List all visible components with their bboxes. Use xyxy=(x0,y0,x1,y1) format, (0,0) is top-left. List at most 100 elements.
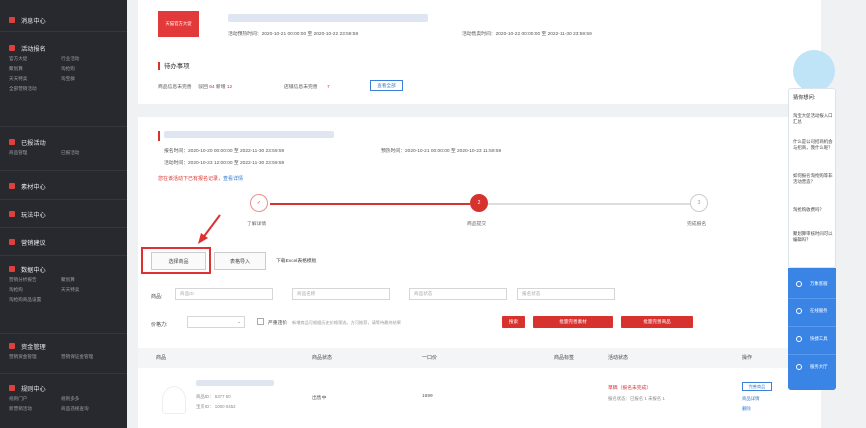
chart-icon xyxy=(9,266,15,272)
col-operation: 操作 xyxy=(742,355,753,361)
sidebar-item[interactable]: 商品违规查询 xyxy=(61,404,113,414)
strict-check-desc: 新增商品可根据历史价格筛选，方可推荐，请等待最终结果 xyxy=(292,320,401,325)
sidebar-item[interactable]: 淘宝群 xyxy=(61,74,113,84)
sidebar-item[interactable]: 商品管理 xyxy=(9,148,61,158)
tool-online-service[interactable]: 在线服务 xyxy=(788,298,836,322)
activity-sale-time: 活动售卖时间：2020-10-22 00:00:00 至 2022-11-30 … xyxy=(462,32,592,37)
batch-goods-button[interactable]: 批量完善商品 xyxy=(621,316,693,328)
elephant-mascot-icon[interactable] xyxy=(793,50,835,92)
complete-goods-button[interactable]: 完善商品 xyxy=(742,382,772,391)
activity-status: 草稿（报名未完成） xyxy=(608,386,652,391)
step-1-circle: ✓ xyxy=(250,194,268,212)
sidebar-item[interactable]: 营销分析报告 xyxy=(9,275,61,285)
goods-id: 商品ID： 6377 50 xyxy=(196,394,231,399)
sidebar-group-funds: 资金管理 营销资金管理 营销保证金管理 xyxy=(0,340,127,362)
assistant-panel: 猜你想问: 淘宝大促活动报入口汇总 什么是公司招商机会与招商，我什么呢？ 如何报… xyxy=(788,50,836,390)
view-all-button[interactable]: 查看全部 xyxy=(370,80,403,91)
gamepad-icon xyxy=(9,211,15,217)
step-3-circle: 3 xyxy=(690,194,708,212)
sidebar-item[interactable]: 官方大促 xyxy=(9,54,61,64)
activity-banner-image[interactable]: 天猫官方大促 xyxy=(158,11,199,37)
sidebar-item[interactable]: 淘抢购 xyxy=(61,64,113,74)
col-goods-status: 商品状态 xyxy=(312,355,333,361)
sidebar-group-material[interactable]: 素材中心 xyxy=(0,180,127,192)
tool-quick-tools[interactable]: 快捷工具 xyxy=(788,326,836,350)
wrench-icon xyxy=(796,335,802,342)
todo-reject-count: 64 xyxy=(209,85,215,90)
strict-check-checkbox[interactable] xyxy=(257,318,264,325)
assistant-question[interactable]: 淘宝大促活动报入口汇总 xyxy=(793,113,833,125)
sidebar-item[interactable]: 聚划算 xyxy=(61,275,113,285)
batch-material-button[interactable]: 批量完善素材 xyxy=(533,316,613,328)
notice-detail-link[interactable]: 查看详情 xyxy=(223,176,243,182)
assistant-question[interactable]: 如何报名淘抢购等非活动营造？ xyxy=(793,173,833,185)
tool-service-hall[interactable]: 服务大厅 xyxy=(788,354,836,378)
sign-status-select[interactable]: 报名状态 xyxy=(517,288,615,300)
wallet-icon xyxy=(9,343,15,349)
chat-icon xyxy=(796,307,802,314)
sidebar-item[interactable]: 行业活动 xyxy=(61,54,113,64)
sidebar: …… 消息中心 活动报名 官方大促 行业活动 聚划算 淘抢购 天天特卖 淘宝群 … xyxy=(0,0,127,428)
sidebar-item[interactable]: 规则门户 xyxy=(9,394,61,404)
goods-thumbnail[interactable] xyxy=(162,386,186,414)
todo-new-count: 12 xyxy=(226,85,233,90)
sidebar-item[interactable]: 天天特卖 xyxy=(61,285,113,295)
registration-time: 报名时间：2020-10-20 00:00:00 至 2022-11-30 23… xyxy=(164,149,285,154)
step-2-label: 商品提交 xyxy=(467,222,487,227)
search-button[interactable]: 搜索 xyxy=(502,316,525,328)
download-template-link[interactable]: 下载Excel表格模板 xyxy=(276,257,317,264)
activity-time: 活动时间：2020-10-23 12:00:00 至 2022-11-30 23… xyxy=(164,161,285,166)
sidebar-item[interactable]: 营销保证金管理 xyxy=(61,352,113,362)
price-power-select[interactable]: ⌄ xyxy=(187,316,245,328)
todo-goods-info: 商品信息未完善 驳回 64 新增 12 xyxy=(158,85,233,90)
sidebar-item[interactable]: 规则多多 xyxy=(61,394,113,404)
sidebar-item[interactable]: 新营销活动 xyxy=(9,404,61,414)
assistant-question[interactable]: 淘抢购收费吗？ xyxy=(793,207,833,213)
goods-status-select[interactable]: 商品状态 xyxy=(409,288,507,300)
sidebar-item[interactable]: 天天特卖 xyxy=(9,74,61,84)
col-price: 一口价 xyxy=(422,355,438,361)
page-scrollbar[interactable] xyxy=(843,0,866,428)
step-3-label: 完成报名 xyxy=(687,222,707,227)
todo-store-info: 店铺信息未完善 7 xyxy=(284,85,330,90)
sidebar-item[interactable]: 全部营销活动 xyxy=(9,84,119,94)
goods-name-input[interactable]: 商品名称 xyxy=(292,288,390,300)
home-icon xyxy=(796,363,802,370)
todo-title: 待办事项 xyxy=(158,61,190,70)
activity-title-blurred xyxy=(228,14,428,22)
table-import-button[interactable]: 表格导入 xyxy=(214,252,266,270)
sidebar-group-suggest[interactable]: 营销建议 xyxy=(0,236,127,248)
sidebar-item[interactable]: 聚划算 xyxy=(9,64,61,74)
strict-check-label: 严重违价 xyxy=(268,321,288,326)
activity-warm-time: 活动预热时间：2020-10-21 00:00:00 至 2020-10-22 … xyxy=(228,32,359,37)
sidebar-top-cut: …… xyxy=(22,0,34,2)
image-icon xyxy=(9,183,15,189)
step-1-label: 了解详情 xyxy=(247,222,267,227)
red-arrow-annotation xyxy=(198,214,221,244)
assistant-question[interactable]: 什么是公司招商机会与招商，我什么呢？ xyxy=(793,139,833,151)
tool-customer-service[interactable]: 万象客服 xyxy=(788,272,836,296)
sidebar-item[interactable]: 淘抢购商品设置 xyxy=(9,295,119,305)
sidebar-group-messages[interactable]: 消息中心 xyxy=(0,14,127,26)
sidebar-item[interactable]: 淘抢购 xyxy=(9,285,61,295)
warmup-time: 预热时间：2020-10-21 00:00:00 至 2020-10-23 11… xyxy=(381,149,502,154)
delete-link[interactable]: 删除 xyxy=(742,406,751,412)
goods-table: 商品 商品状态 一口价 商品标签 活动状态 操作 商品ID： 6377 50 宝… xyxy=(138,348,821,428)
sidebar-item[interactable]: 已报活动 xyxy=(61,148,113,158)
sidebar-item[interactable]: 营销资金管理 xyxy=(9,352,61,362)
goods-title-blurred xyxy=(196,380,274,386)
step-2-circle: 2 xyxy=(470,194,488,212)
assistant-title: 猜你想问: xyxy=(793,95,816,101)
goods-detail-link[interactable]: 商品详情 xyxy=(742,396,760,402)
book-icon xyxy=(9,385,15,391)
sidebar-group-registered: 已报活动 商品管理 已报活动 xyxy=(0,136,127,158)
goods-id-input[interactable]: 商品ID xyxy=(175,288,273,300)
activity-sub-status: 报名状态：已报名 1 未报名 1 xyxy=(608,396,665,401)
sku-id: 宝贝ID： 1000 0452 xyxy=(196,404,236,409)
filter-goods-label: 商品: xyxy=(151,294,163,300)
clipboard-icon xyxy=(9,139,15,145)
sidebar-group-play[interactable]: 玩法中心 xyxy=(0,208,127,220)
bell-icon xyxy=(9,17,15,23)
assistant-question[interactable]: 聚划算审核时间可以编辑吗？ xyxy=(793,231,833,243)
drop-icon xyxy=(796,281,802,287)
